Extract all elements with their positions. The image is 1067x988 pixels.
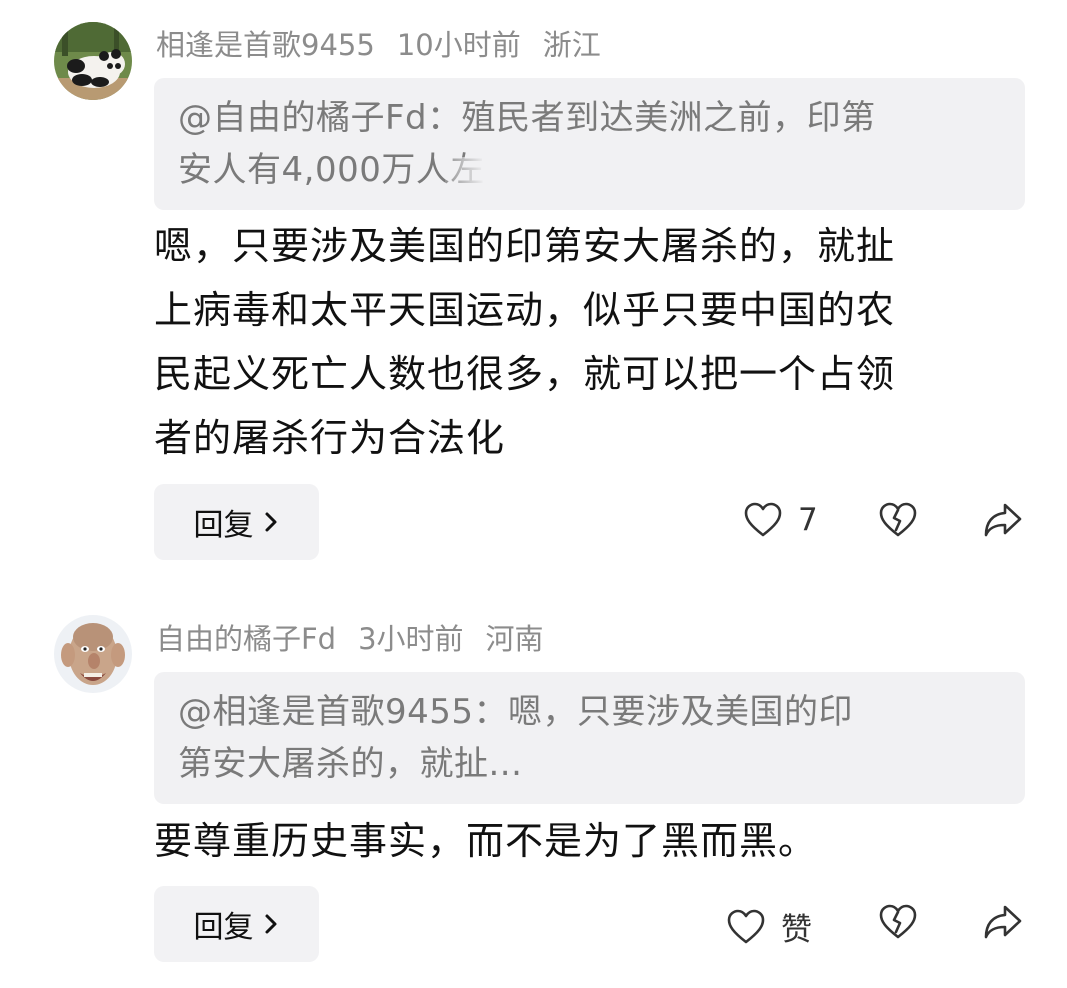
reply-label: 回复 xyxy=(193,910,254,945)
dislike-button[interactable] xyxy=(879,904,917,940)
chevron-right-icon xyxy=(265,512,276,532)
dislike-button[interactable] xyxy=(879,502,917,538)
comment-item: 自由的橘子Fd 3小时前 河南 @相逢是首歌9455：嗯，只要涉及美国的印 第安大屠… xyxy=(0,595,1067,988)
quoted-reply[interactable]: @相逢是首歌9455：嗯，只要涉及美国的印 第安大屠杀的，就扯... xyxy=(154,672,1025,804)
comment-body: 要尊重历史事实，而不是为了黑而黑。 xyxy=(154,809,1014,873)
user-avatar[interactable] xyxy=(54,22,132,100)
comment-item: 相逢是首歌9455 10小时前 浙江 @自由的橘子Fd：殖民者到达美洲之前，印第 安… xyxy=(0,0,1067,580)
caricature-avatar-icon xyxy=(54,615,132,693)
user-avatar[interactable] xyxy=(54,615,132,693)
share-button[interactable] xyxy=(983,502,1023,538)
timestamp: 3小时前 xyxy=(358,622,464,656)
comment-body-line: 者的屠杀行为合法化 xyxy=(154,416,506,460)
like-button[interactable]: 赞 xyxy=(727,904,812,949)
comment-meta: 相逢是首歌9455 10小时前 浙江 xyxy=(156,25,623,65)
quote-line: 第安大屠杀的，就扯... xyxy=(178,744,523,784)
like-label: 赞 xyxy=(781,912,812,948)
like-count: 7 xyxy=(798,502,818,538)
heart-outline-icon xyxy=(744,502,782,537)
quote-line-text: 安人有4,000万人左 xyxy=(178,150,485,190)
reply-button[interactable]: 回复 xyxy=(154,886,319,962)
reply-label: 回复 xyxy=(193,508,254,543)
like-button[interactable]: 7 xyxy=(744,502,818,538)
username[interactable]: 自由的橘子Fd xyxy=(156,622,336,656)
share-button[interactable] xyxy=(983,904,1023,940)
location: 河南 xyxy=(485,622,544,656)
comment-body: 嗯，只要涉及美国的印第安大屠杀的，就扯 上病毒和太平天国运动，似乎只要中国的农 … xyxy=(154,214,1014,470)
quote-line: 安人有4,000万人左 xyxy=(178,144,1001,196)
comment-body-line: 嗯，只要涉及美国的印第安大屠杀的，就扯 xyxy=(154,224,896,268)
reply-button[interactable]: 回复 xyxy=(154,484,319,560)
comment-meta: 自由的橘子Fd 3小时前 河南 xyxy=(156,619,566,659)
comment-body-line: 要尊重历史事实，而不是为了黑而黑。 xyxy=(154,819,818,863)
share-arrow-icon xyxy=(984,503,1022,537)
share-arrow-icon xyxy=(984,905,1022,939)
panda-avatar-icon xyxy=(54,22,132,100)
broken-heart-icon xyxy=(879,502,917,537)
quote-line: @自由的橘子Fd：殖民者到达美洲之前，印第 xyxy=(178,98,876,138)
chevron-right-icon xyxy=(265,914,276,934)
location: 浙江 xyxy=(542,28,601,62)
quote-line: @相逢是首歌9455：嗯，只要涉及美国的印 xyxy=(178,692,854,732)
comment-body-line: 民起义死亡人数也很多，就可以把一个占领 xyxy=(154,352,896,396)
heart-outline-icon xyxy=(727,909,765,943)
timestamp: 10小时前 xyxy=(396,28,521,62)
comment-body-line: 上病毒和太平天国运动，似乎只要中国的农 xyxy=(154,288,896,332)
quoted-reply[interactable]: @自由的橘子Fd：殖民者到达美洲之前，印第 安人有4,000万人左 xyxy=(154,78,1025,210)
broken-heart-icon xyxy=(879,904,917,939)
fade-overlay xyxy=(444,156,485,187)
username[interactable]: 相逢是首歌9455 xyxy=(156,28,375,62)
